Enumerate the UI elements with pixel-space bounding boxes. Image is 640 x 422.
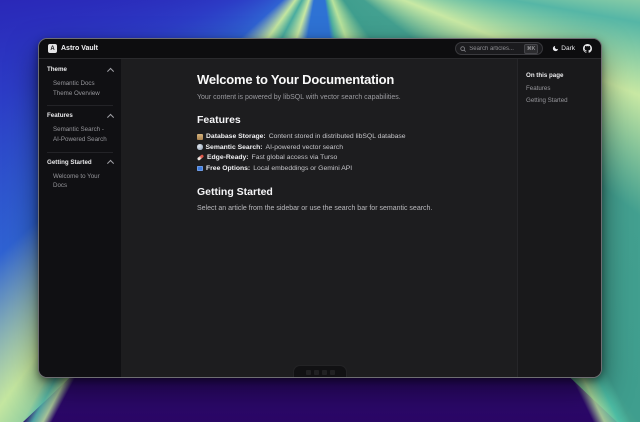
app-header: A Astro Vault Search articles... ⌘K Dark (39, 39, 601, 59)
sidebar: Theme Semantic Docs Theme Overview Featu… (39, 59, 121, 377)
window-body: Theme Semantic Docs Theme Overview Featu… (39, 59, 601, 377)
feature-list: Database Storage: Content stored in dist… (197, 133, 505, 172)
feature-label: Edge-Ready: (207, 154, 249, 161)
sidebar-section-label: Theme (47, 66, 67, 74)
sidebar-item-semantic-search[interactable]: Semantic Search - AI-Powered Search (53, 125, 113, 144)
feature-item-semantic-search: Semantic Search: AI-powered vector searc… (197, 144, 505, 151)
getting-started-text: Select an article from the sidebar or us… (197, 205, 505, 212)
search-icon (460, 46, 466, 52)
sidebar-section-theme: Theme Semantic Docs Theme Overview (47, 66, 113, 106)
page-intro: Your content is powered by libSQL with v… (197, 94, 505, 101)
feature-text: Content stored in distributed libSQL dat… (269, 133, 406, 140)
features-heading: Features (197, 114, 505, 126)
feature-label: Database Storage: (206, 133, 266, 140)
brand-home-link[interactable]: A Astro Vault (48, 44, 98, 53)
search-shortcut-badge: ⌘K (524, 44, 538, 54)
magnifier-icon (197, 144, 203, 150)
sidebar-section-label: Features (47, 112, 73, 120)
header-actions: Search articles... ⌘K Dark (455, 42, 592, 55)
github-icon (583, 44, 592, 53)
sidebar-section-theme-toggle[interactable]: Theme (47, 66, 113, 74)
getting-started-heading: Getting Started (197, 186, 505, 198)
sidebar-section-features-toggle[interactable]: Features (47, 112, 113, 120)
sidebar-item-welcome-to-your-docs[interactable]: Welcome to Your Docs (53, 172, 113, 191)
main-content: Welcome to Your Documentation Your conte… (121, 59, 517, 377)
theme-toggle-button[interactable]: Dark (552, 45, 575, 52)
app-title: Astro Vault (61, 45, 98, 52)
file-cabinet-icon (197, 134, 203, 140)
desktop-background: A Astro Vault Search articles... ⌘K Dark (0, 0, 640, 422)
feature-item-edge-ready: Edge-Ready: Fast global access via Turso (197, 154, 505, 161)
sidebar-item-semantic-docs-theme-overview[interactable]: Semantic Docs Theme Overview (53, 79, 113, 98)
sidebar-section-getting-started: Getting Started Welcome to Your Docs (47, 159, 113, 191)
feature-item-database-storage: Database Storage: Content stored in dist… (197, 133, 505, 140)
feature-text: Fast global access via Turso (252, 154, 338, 161)
dock-ghost-icon (314, 370, 319, 375)
app-window: A Astro Vault Search articles... ⌘K Dark (38, 38, 602, 378)
github-link[interactable] (583, 44, 592, 53)
page-title: Welcome to Your Documentation (197, 72, 505, 87)
dock-ghost-icon (322, 370, 327, 375)
chevron-up-icon (107, 160, 113, 166)
toc-link-getting-started[interactable]: Getting Started (526, 97, 595, 104)
sidebar-section-features: Features Semantic Search - AI-Powered Se… (47, 112, 113, 152)
sidebar-section-label: Getting Started (47, 159, 92, 167)
chevron-up-icon (107, 68, 113, 74)
dock-ghost (293, 365, 347, 377)
rocket-icon (197, 154, 204, 161)
toc-title: On this page (526, 72, 595, 79)
feature-label: Free Options: (206, 165, 250, 172)
feature-text: Local embeddings or Gemini API (253, 165, 352, 172)
sidebar-section-getting-started-toggle[interactable]: Getting Started (47, 159, 113, 167)
search-placeholder: Search articles... (469, 46, 521, 52)
dock-ghost-icon (306, 370, 311, 375)
feature-text: AI-powered vector search (266, 144, 343, 151)
toc-link-features[interactable]: Features (526, 85, 595, 92)
app-logo-icon: A (48, 44, 57, 53)
toc-panel: On this page Features Getting Started (517, 59, 601, 377)
chevron-up-icon (107, 114, 113, 120)
moon-icon (552, 45, 559, 52)
feature-label: Semantic Search: (206, 144, 263, 151)
dock-ghost-icon (330, 370, 335, 375)
free-button-icon (197, 166, 203, 171)
search-input[interactable]: Search articles... ⌘K (455, 42, 543, 55)
feature-item-free-options: Free Options: Local embeddings or Gemini… (197, 165, 505, 172)
theme-toggle-label: Dark (561, 45, 575, 52)
